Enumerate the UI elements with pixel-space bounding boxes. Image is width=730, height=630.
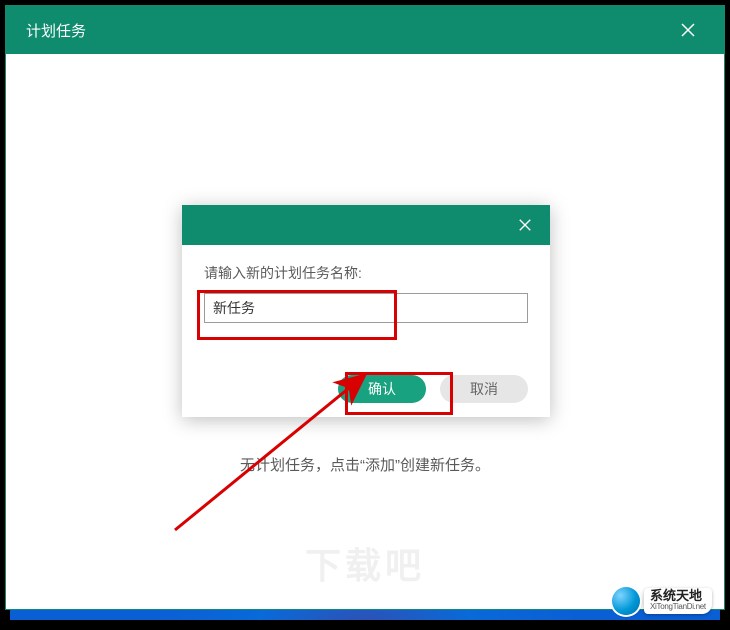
watermark-text: 下载吧 xyxy=(305,537,425,589)
titlebar: 计划任务 xyxy=(6,6,724,54)
empty-state-text: 无计划任务，点击“添加”创建新任务。 xyxy=(6,454,724,475)
dialog-footer: 确认 取消 xyxy=(338,375,528,403)
logo-cn: 系统天地 xyxy=(650,589,706,603)
dialog-body: 请输入新的计划任务名称: xyxy=(182,245,550,333)
task-name-input[interactable] xyxy=(204,293,528,323)
dialog-input-row xyxy=(204,293,528,323)
screenshot-frame: 计划任务 下载吧 无计划任务，点击“添加”创建新任务。 请输入新的计划任务名称: xyxy=(0,0,730,630)
window-title: 计划任务 xyxy=(26,20,86,41)
dialog-prompt: 请输入新的计划任务名称: xyxy=(204,263,528,283)
logo-en: XiTongTianDi.net xyxy=(650,603,706,612)
logo-text: 系统天地 XiTongTianDi.net xyxy=(644,588,712,614)
close-icon xyxy=(680,22,696,38)
close-icon xyxy=(518,218,532,232)
site-logo: 系统天地 XiTongTianDi.net xyxy=(612,583,717,619)
new-task-dialog: 请输入新的计划任务名称: 确认 取消 xyxy=(182,205,550,417)
ok-button[interactable]: 确认 xyxy=(338,375,426,403)
dialog-header xyxy=(182,205,550,245)
window-close-button[interactable] xyxy=(668,10,708,50)
dialog-close-button[interactable] xyxy=(510,210,540,240)
cancel-button[interactable]: 取消 xyxy=(440,375,528,403)
globe-icon xyxy=(612,587,640,615)
